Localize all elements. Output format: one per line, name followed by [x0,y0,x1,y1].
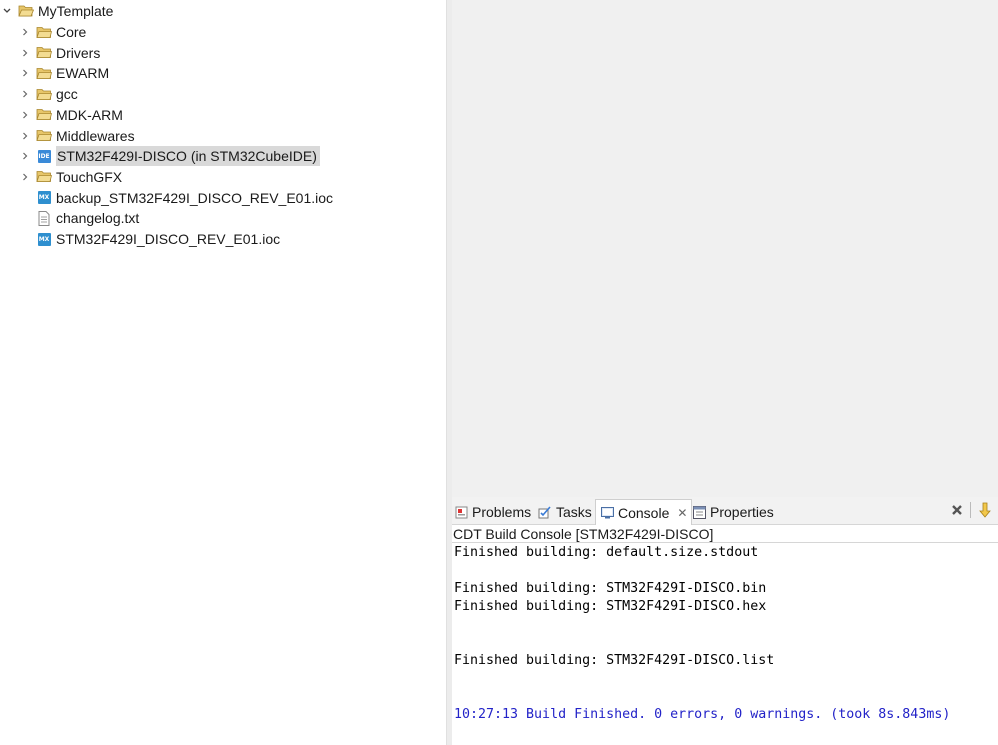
clear-console-icon[interactable] [948,501,966,519]
tree-item-label: Drivers [56,44,101,61]
tree-item-label: STM32F429I_DISCO_REV_E01.ioc [56,231,281,247]
mx-file-icon: MX [36,231,52,247]
chevron-right-icon[interactable] [18,84,32,104]
tab-label: Console [618,504,670,521]
console-view: Problems Tasks Console ✕ Properties CDT … [452,497,998,745]
folder-icon [36,169,52,185]
tree-item-root[interactable]: MyTemplate [0,1,113,21]
tab-label: Properties [710,504,774,520]
tree-item-label: EWARM [56,65,110,82]
console-line: Finished building: default.size.stdout [454,545,759,560]
folder-icon [36,45,52,61]
chevron-right-icon[interactable] [18,43,32,63]
tree-item-label: Core [56,24,87,40]
chevron-right-icon[interactable] [18,126,32,146]
view-tab-bar: Problems Tasks Console ✕ Properties [452,497,998,525]
tab-tasks[interactable]: Tasks [538,500,592,524]
console-icon [600,506,614,520]
tree-item[interactable]: MDK-ARM [18,105,123,125]
project-explorer: MyTemplate Core Drivers EWARM gcc MDK-ARM Mid… [0,0,446,745]
chevron-right-icon[interactable] [18,105,32,125]
tree-item-label: TouchGFX [56,168,123,185]
scroll-lock-icon[interactable] [976,501,994,519]
editor-area [452,0,998,497]
tree-item-label: gcc [56,86,78,103]
console-line: Finished building: STM32F429I-DISCO.list [454,653,775,668]
mx-file-icon: MX [36,190,52,206]
tab-problems[interactable]: Problems [454,500,531,524]
tree-item[interactable]: EWARM [18,63,109,83]
properties-icon [692,505,706,519]
tab-console[interactable]: Console ✕ [595,499,693,525]
tree-item[interactable]: Middlewares [18,126,135,146]
console-output[interactable]: Finished building: default.size.stdout F… [452,544,998,745]
open-folder-icon [18,3,34,19]
tab-label: Tasks [556,504,592,520]
folder-icon [36,65,52,81]
chevron-right-icon[interactable] [18,167,32,187]
problems-icon [454,505,468,519]
chevron-down-icon[interactable] [0,1,14,21]
toolbar-separator [970,502,971,518]
folder-icon [36,24,52,40]
tree-item[interactable]: Drivers [18,43,100,63]
tree-item-label: backup_STM32F429I_DISCO_REV_E01.ioc [56,189,334,206]
tab-properties[interactable]: Properties [692,500,774,524]
tree-item-label: Middlewares [56,127,135,144]
chevron-right-icon[interactable] [18,146,32,166]
tree-item-label: MDK-ARM [56,106,123,123]
tree-item[interactable]: Core [18,22,86,42]
chevron-right-icon[interactable] [18,63,32,83]
folder-icon [36,128,52,144]
tree-item[interactable]: MX backup_STM32F429I_DISCO_REV_E01.ioc [18,188,333,208]
tree-item-label: STM32F429I-DISCO (in STM32CubeIDE) [56,146,320,167]
tree-item[interactable]: IDE STM32F429I-DISCO (in STM32CubeIDE) [18,146,320,167]
folder-icon [36,86,52,102]
ide-project-icon: IDE [36,148,52,164]
tree-item-label: changelog.txt [56,210,140,227]
tab-label: Problems [472,504,532,520]
close-icon[interactable]: ✕ [677,501,687,525]
console-line: Finished building: STM32F429I-DISCO.bin [454,581,767,596]
chevron-right-icon[interactable] [18,22,32,42]
folder-icon [36,107,52,123]
tree-item[interactable]: changelog.txt [18,208,139,228]
tasks-icon [538,505,552,519]
build-summary-line: 10:27:13 Build Finished. 0 errors, 0 war… [454,707,951,722]
tree-item-label: MyTemplate [38,3,114,19]
text-file-icon [36,210,52,226]
console-title: CDT Build Console [STM32F429I-DISCO] [452,525,998,543]
tree-item[interactable]: MX STM32F429I_DISCO_REV_E01.ioc [18,229,280,249]
tree-item[interactable]: TouchGFX [18,167,122,187]
console-line: Finished building: STM32F429I-DISCO.hex [454,599,767,614]
tree-item[interactable]: gcc [18,84,78,104]
